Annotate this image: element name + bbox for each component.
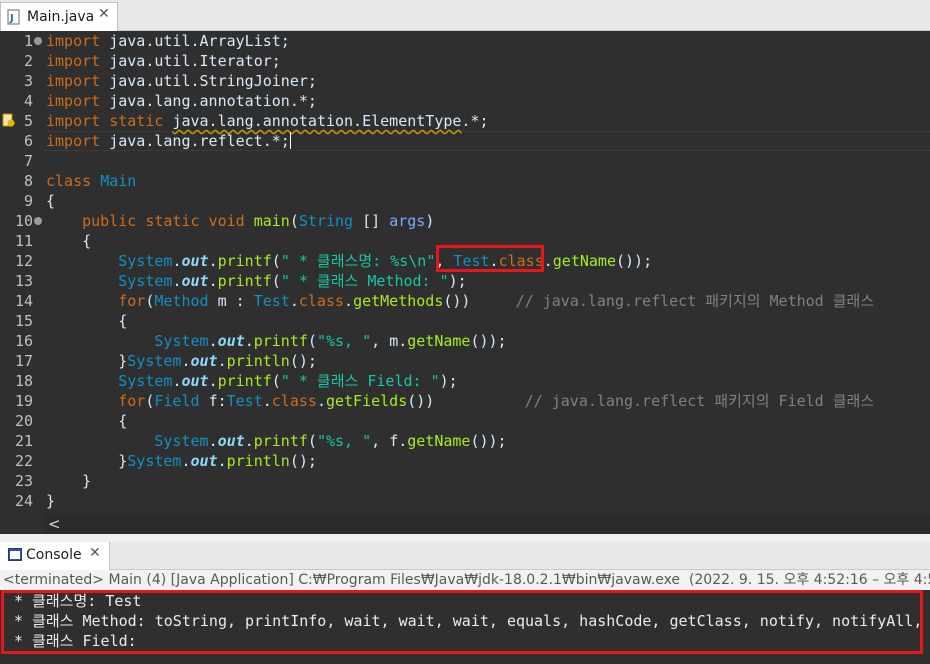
code-line-13: System.out.printf(" * 클래스 Method: "); [118,272,467,290]
code-line-6: import java.lang.reflect.*; [46,132,291,150]
code-line-16: System.out.printf("%s, ", m.getName()); [154,332,507,350]
editor-tab-bar: J Main.java ✕ [0,0,930,31]
line-number: 4 [23,92,33,110]
line-number: 22 [14,452,33,470]
code-line-8: class Main [46,172,137,190]
line-number: 19 [14,392,33,410]
console-tab-bar: Console ✕ [0,542,930,570]
close-tab-icon[interactable]: ✕ [98,6,110,22]
line-number: 18 [14,372,33,390]
fold-toggle-icon[interactable] [34,37,42,45]
code-line-22: }System.out.println(); [118,452,317,470]
line-number: 8 [23,172,33,190]
code-line-21: System.out.printf("%s, ", f.getName()); [154,432,507,450]
code-line-18: System.out.printf(" * 클래스 Field: "); [118,372,458,390]
console-output[interactable]: * 클래스명: Test * 클래스 Method: toString, pri… [0,590,930,664]
horizontal-scrollbar[interactable]: < [44,514,930,534]
panel-divider [0,534,930,542]
line-number: 20 [14,412,33,430]
line-number: 10 [14,212,33,230]
warning-marker-icon[interactable] [2,113,15,127]
tab-main-java[interactable]: J Main.java ✕ [0,2,118,31]
code-line-1: import java.util.ArrayList; [46,32,290,50]
code-line-4: import java.lang.annotation.*; [46,92,317,110]
fold-toggle-icon[interactable] [34,217,42,225]
line-number: 7 [23,152,33,170]
console-icon [8,548,22,561]
code-line-9: { [46,192,56,210]
line-number: 15 [14,312,33,330]
close-console-icon[interactable]: ✕ [89,545,101,561]
scroll-left-icon[interactable]: < [48,514,61,534]
console-status: <terminated> Main (4) [Java Application]… [0,570,930,590]
code-line-23: } [82,472,92,490]
line-number: 12 [14,252,33,270]
line-number: 23 [14,472,33,490]
line-number: 9 [23,192,33,210]
code-line-20: { [118,412,128,430]
code-line-5: import static java.lang.annotation.Eleme… [46,112,489,130]
annotation-highlight-box [436,245,544,272]
line-number: 21 [14,432,33,450]
console-tab-label: Console [26,547,82,563]
line-number: 17 [14,352,33,370]
text-cursor [289,132,291,149]
tab-console[interactable]: Console ✕ [0,542,110,570]
line-number: 24 [14,492,33,510]
code-line-3: import java.util.StringJoiner; [46,72,317,90]
line-number: 13 [14,272,33,290]
line-number: 2 [23,52,33,70]
svg-text:J: J [9,13,14,24]
line-number: 6 [23,132,33,150]
code-line-11: { [82,232,92,250]
code-line-15: { [118,312,128,330]
line-number: 14 [14,292,33,310]
line-number: 3 [23,72,33,90]
tab-label: Main.java [27,9,95,25]
line-number: 16 [14,332,33,350]
annotation-output-box [1,590,923,654]
line-number: 1 [23,32,33,50]
code-line-24: } [46,492,56,510]
code-line-17: }System.out.println(); [118,352,317,370]
line-number-gutter: 1 2 3 4 5 6 7 8 9 10 11 12 13 14 15 16 1… [0,31,44,515]
code-line-10: public static void main(String [] args) [82,212,435,230]
code-line-19: for(Field f:Test.class.getFields()) // j… [118,392,875,410]
code-line-2: import java.util.Iterator; [46,52,281,70]
code-line-12: System.out.printf(" * 클래스명: %s\n", Test.… [118,252,653,270]
line-number: 11 [14,232,33,250]
code-editor[interactable]: 1 2 3 4 5 6 7 8 9 10 11 12 13 14 15 16 1… [0,31,930,534]
java-file-icon: J [7,9,20,25]
code-line-14: for(Method m : Test.class.getMethods()) … [118,292,875,310]
